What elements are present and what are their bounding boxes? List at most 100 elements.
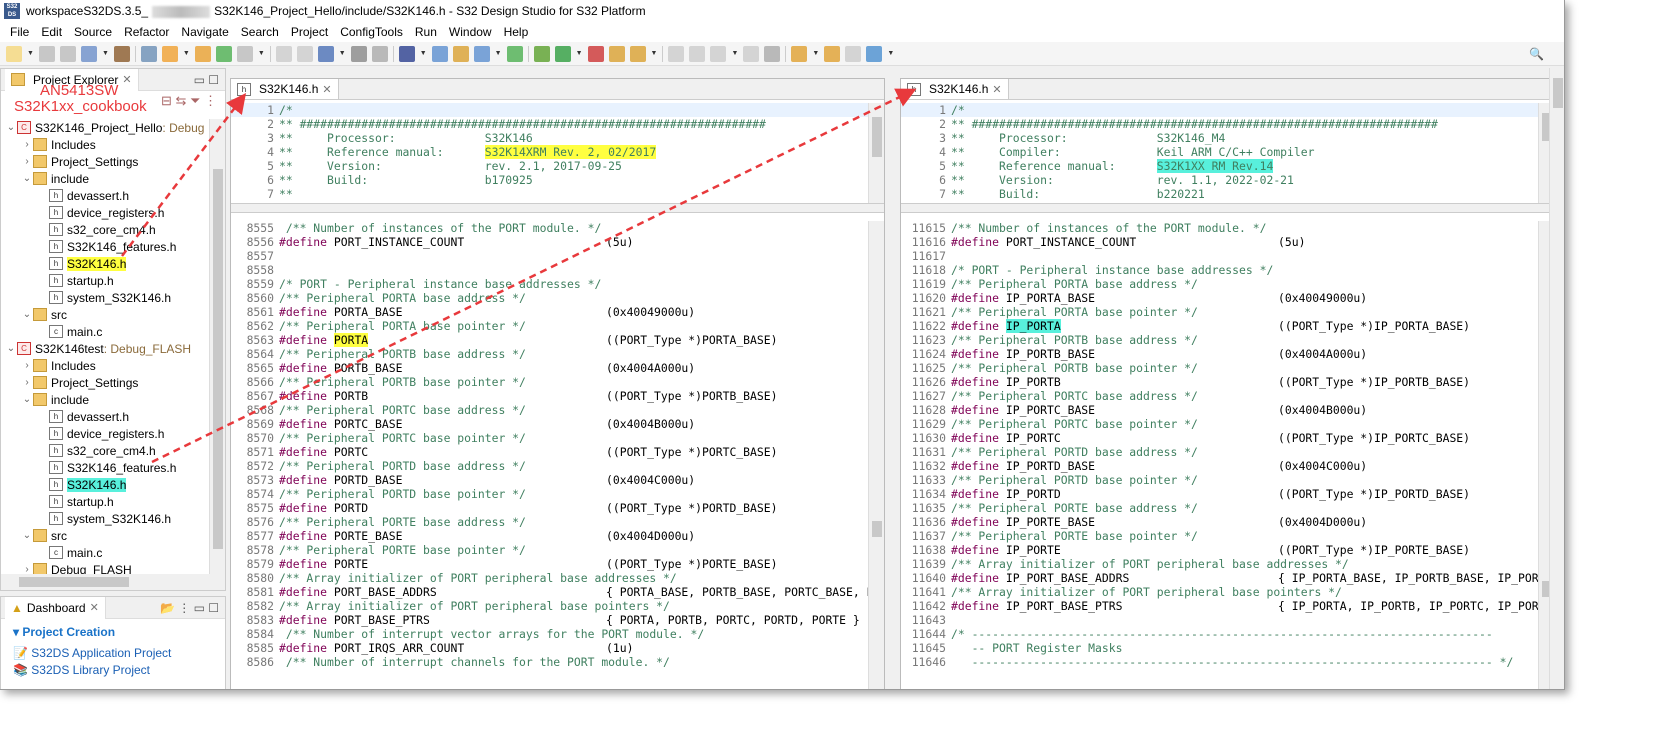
toolbar-button-icon[interactable] — [452, 45, 469, 62]
tree-item[interactable]: h S32K146_features.h — [1, 459, 209, 476]
chevron-down-icon[interactable]: ⌄ — [5, 343, 17, 354]
toolbar-button-icon[interactable] — [533, 45, 550, 62]
menu-project[interactable]: Project — [285, 25, 334, 39]
toolbar-button-icon[interactable] — [140, 45, 157, 62]
dropdown-arrow-icon[interactable]: ▼ — [495, 50, 502, 57]
window-scrollbar[interactable] — [1549, 68, 1564, 689]
project-creation-section[interactable]: ▾ Project Creation — [1, 619, 225, 645]
menu-window[interactable]: Window — [443, 25, 498, 39]
tree-item[interactable]: ⌄ src — [1, 306, 209, 323]
search-icon[interactable]: 🔍 — [1529, 47, 1544, 61]
toolbar-button-icon[interactable] — [608, 45, 625, 62]
toolbar-button-icon[interactable] — [845, 45, 862, 62]
tree-item[interactable]: h S32K146.h — [1, 255, 209, 272]
tree-item[interactable]: ⌄ C S32K146test: Debug_FLASH — [1, 340, 209, 357]
toolbar-button-icon[interactable] — [473, 45, 490, 62]
tree-item[interactable]: h device_registers.h — [1, 425, 209, 442]
explorer-tool-icons[interactable]: ⊟ ⇆ ⏷ ⋮ — [161, 93, 217, 109]
dropdown-arrow-icon[interactable]: ▼ — [27, 50, 34, 57]
toolbar-button-icon[interactable] — [764, 45, 781, 62]
editor-scrollbar[interactable] — [868, 103, 884, 203]
menu-edit[interactable]: Edit — [35, 25, 68, 39]
toolbar-button-icon[interactable] — [161, 45, 178, 62]
menu-source[interactable]: Source — [68, 25, 118, 39]
tree-item[interactable]: › Project_Settings — [1, 153, 209, 170]
tree-item[interactable]: h S32K146.h — [1, 476, 209, 493]
close-tab-icon[interactable]: ✕ — [992, 83, 1001, 96]
tree-item[interactable]: h startup.h — [1, 272, 209, 289]
chevron-right-icon[interactable]: › — [21, 377, 33, 388]
tree-item[interactable]: h s32_core_cm4.h — [1, 442, 209, 459]
chevron-down-icon[interactable]: ⌄ — [21, 309, 33, 320]
tree-item[interactable]: ⌄ src — [1, 527, 209, 544]
toolbar-button-icon[interactable] — [506, 45, 523, 62]
toolbar-button-icon[interactable] — [398, 45, 415, 62]
chevron-down-icon[interactable]: ⌄ — [21, 173, 33, 184]
toolbar-button-icon[interactable] — [866, 45, 883, 62]
tree-item[interactable]: h S32K146_features.h — [1, 238, 209, 255]
toolbar-button-icon[interactable] — [743, 45, 760, 62]
toolbar-button-icon[interactable] — [629, 45, 646, 62]
menu-search[interactable]: Search — [235, 25, 285, 39]
tree-item[interactable]: › Project_Settings — [1, 374, 209, 391]
tree-item[interactable]: h devassert.h — [1, 408, 209, 425]
tree-item[interactable]: h system_S32K146.h — [1, 510, 209, 527]
explorer-horizontal-scrollbar[interactable] — [1, 574, 225, 590]
dropdown-arrow-icon[interactable]: ▼ — [812, 50, 819, 57]
menu-navigate[interactable]: Navigate — [175, 25, 234, 39]
dropdown-arrow-icon[interactable]: ▼ — [102, 50, 109, 57]
menu-help[interactable]: Help — [498, 25, 535, 39]
tree-item[interactable]: ⌄ include — [1, 391, 209, 408]
dropdown-arrow-icon[interactable]: ▼ — [576, 50, 583, 57]
tree-item[interactable]: c main.c — [1, 544, 209, 561]
toolbar-button-icon[interactable] — [215, 45, 232, 62]
toolbar-button-icon[interactable] — [431, 45, 448, 62]
tree-item[interactable]: h startup.h — [1, 493, 209, 510]
chevron-down-icon[interactable]: ⌄ — [21, 530, 33, 541]
tree-item[interactable]: h device_registers.h — [1, 204, 209, 221]
explorer-vertical-scrollbar[interactable] — [209, 119, 225, 574]
dropdown-arrow-icon[interactable]: ▼ — [651, 50, 658, 57]
split-divider[interactable] — [231, 203, 884, 213]
minimize-icon[interactable]: ▭ ☐ — [194, 73, 219, 87]
editor-scrollbar[interactable] — [868, 221, 884, 689]
close-tab-icon[interactable]: ✕ — [322, 83, 331, 96]
dropdown-arrow-icon[interactable]: ▼ — [731, 50, 738, 57]
toolbar-button-icon[interactable] — [296, 45, 313, 62]
chevron-down-icon[interactable]: ⌄ — [5, 122, 17, 133]
tree-item[interactable]: h system_S32K146.h — [1, 289, 209, 306]
chevron-down-icon[interactable]: ⌄ — [21, 394, 33, 405]
dropdown-arrow-icon[interactable]: ▼ — [339, 50, 346, 57]
dashboard-tools-icon[interactable]: 📂 ⋮ ▭ ☐ — [160, 601, 219, 615]
toolbar-button-icon[interactable] — [689, 45, 706, 62]
link-library-project[interactable]: 📚 S32DS Library Project — [13, 662, 225, 679]
editor-tab[interactable]: h S32K146.h ✕ — [901, 79, 1009, 99]
toolbar-button-icon[interactable] — [6, 45, 22, 62]
toolbar-button-icon[interactable] — [668, 45, 685, 62]
tree-item[interactable]: c main.c — [1, 323, 209, 340]
toolbar-button-icon[interactable] — [38, 45, 55, 62]
menu-run[interactable]: Run — [409, 25, 443, 39]
toolbar-button-icon[interactable] — [350, 45, 367, 62]
close-icon[interactable]: ✕ — [122, 73, 131, 86]
menu-refactor[interactable]: Refactor — [118, 25, 175, 39]
menu-configtools[interactable]: ConfigTools — [334, 25, 409, 39]
dropdown-arrow-icon[interactable]: ▼ — [258, 50, 265, 57]
toolbar-button-icon[interactable] — [80, 45, 97, 62]
dropdown-arrow-icon[interactable]: ▼ — [887, 50, 894, 57]
toolbar-button-icon[interactable] — [554, 45, 571, 62]
tree-item[interactable]: › Includes — [1, 136, 209, 153]
toolbar-button-icon[interactable] — [587, 45, 604, 62]
chevron-right-icon[interactable]: › — [21, 360, 33, 371]
split-divider[interactable] — [901, 203, 1554, 213]
tree-item[interactable]: ⌄ include — [1, 170, 209, 187]
toolbar-button-icon[interactable] — [791, 45, 808, 62]
dropdown-arrow-icon[interactable]: ▼ — [420, 50, 427, 57]
chevron-right-icon[interactable]: › — [21, 139, 33, 150]
toolbar-button-icon[interactable] — [710, 45, 727, 62]
dropdown-arrow-icon[interactable]: ▼ — [183, 50, 190, 57]
tree-item[interactable]: h s32_core_cm4.h — [1, 221, 209, 238]
toolbar-button-icon[interactable] — [824, 45, 841, 62]
close-icon[interactable]: ✕ — [90, 601, 99, 614]
toolbar-button-icon[interactable] — [59, 45, 76, 62]
